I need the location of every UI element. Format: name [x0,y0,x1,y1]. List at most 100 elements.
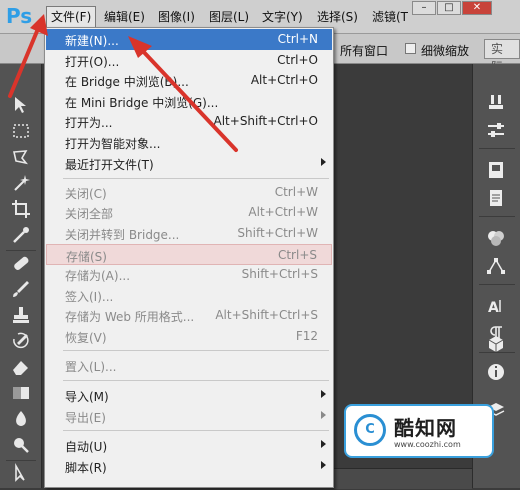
menu-file[interactable]: 文件(F) [46,6,97,28]
svg-text:A: A [488,300,499,316]
maximize-button[interactable]: □ [437,1,461,15]
menu-place[interactable]: 置入(L)... [46,355,332,376]
menu-filter[interactable]: 滤镜(T [368,6,412,28]
blur-tool-icon[interactable] [10,408,32,430]
watermark: C 酷知网 www.coozhi.com [344,404,494,458]
menu-save[interactable]: 存储(S) Ctrl+S [46,244,332,265]
panel-divider [479,216,515,217]
menu-item-label: 在 Bridge 中浏览(B)... [65,75,189,89]
history-brush-tool-icon[interactable] [10,330,32,352]
crop-tool-icon[interactable] [10,198,32,220]
menu-close-all[interactable]: 关闭全部 Alt+Ctrl+W [46,202,332,223]
menu-item-shortcut: Alt+Shift+Ctrl+O [213,114,318,128]
menu-separator [63,350,329,351]
close-button[interactable]: ✕ [462,1,492,15]
magic-wand-tool-icon[interactable] [10,172,32,194]
menu-import[interactable]: 导入(M) [46,385,332,406]
dodge-tool-icon[interactable] [10,434,32,456]
character-icon[interactable]: A [485,296,507,316]
panel-divider [479,284,515,285]
submenu-arrow-icon [321,411,326,419]
menu-edit[interactable]: 编辑(E) [100,6,149,28]
menu-item-shortcut: Shift+Ctrl+S [241,267,318,281]
menu-save-for-web[interactable]: 存储为 Web 所用格式... Alt+Shift+Ctrl+S [46,305,332,326]
minimize-button[interactable]: – [412,1,436,15]
menu-item-label: 打开(O)... [65,55,120,69]
menu-close[interactable]: 关闭(C) Ctrl+W [46,182,332,203]
menu-item-label: 关闭并转到 Bridge... [65,228,180,242]
adjustments-icon[interactable] [485,120,507,140]
paths-icon[interactable] [485,256,507,276]
menu-item-label: 新建(N)... [65,34,119,48]
tool-divider [6,460,36,461]
menu-item-label: 存储为 Web 所用格式... [65,310,195,324]
info-icon[interactable] [485,362,507,382]
menu-image[interactable]: 图像(I) [154,6,199,28]
all-windows-label[interactable]: 所有窗口 [340,42,388,59]
menu-check-in[interactable]: 签入(I)... [46,285,332,306]
menu-select[interactable]: 选择(S) [313,6,362,28]
actual-pixels-button[interactable]: 实际 [484,39,520,74]
scrubby-zoom-label: 细微缩放 [421,44,470,58]
menu-separator [63,430,329,431]
clone-stamp-tool-icon[interactable] [10,304,32,326]
pen-tool-icon[interactable] [10,462,32,484]
menu-item-shortcut: Alt+Ctrl+W [248,205,318,219]
brush-tool-icon[interactable] [10,278,32,300]
menu-item-shortcut: Ctrl+N [277,32,318,46]
menu-layer[interactable]: 图层(L) [205,6,253,28]
menu-open-recent[interactable]: 最近打开文件(T) [46,153,332,174]
menu-item-label: 打开为... [65,116,113,130]
marquee-tool-icon[interactable] [10,120,32,142]
menu-open[interactable]: 打开(O)... Ctrl+O [46,50,332,71]
menu-item-label: 关闭(C) [65,187,107,201]
menu-export[interactable]: 导出(E) [46,406,332,427]
menu-item-shortcut: Ctrl+O [277,53,318,67]
menu-item-label: 导入(M) [65,390,109,404]
brush-presets-icon[interactable] [485,92,507,112]
menu-save-as[interactable]: 存储为(A)... Shift+Ctrl+S [46,264,332,285]
submenu-arrow-icon [321,390,326,398]
menu-item-label: 打开为智能对象... [65,137,161,151]
menu-type[interactable]: 文字(Y) [258,6,307,28]
menu-close-go-bridge[interactable]: 关闭并转到 Bridge... Shift+Ctrl+W [46,223,332,244]
menu-item-label: 签入(I)... [65,290,114,304]
panel-divider [479,148,515,149]
menu-item-shortcut: Shift+Ctrl+W [237,226,318,240]
menu-open-as[interactable]: 打开为... Alt+Shift+Ctrl+O [46,111,332,132]
menu-automate[interactable]: 自动(U) [46,435,332,456]
eraser-tool-icon[interactable] [10,356,32,378]
3d-icon[interactable] [485,334,507,354]
lasso-tool-icon[interactable] [10,146,32,168]
scrubby-zoom-checkbox[interactable] [405,43,416,54]
menu-item-label: 关闭全部 [65,207,114,221]
menu-browse-mini-bridge[interactable]: 在 Mini Bridge 中浏览(G)... [46,91,332,112]
menu-browse-bridge[interactable]: 在 Bridge 中浏览(B)... Alt+Ctrl+O [46,70,332,91]
healing-brush-tool-icon[interactable] [10,252,32,274]
watermark-url: www.coozhi.com [394,440,461,449]
eyedropper-tool-icon[interactable] [10,224,32,246]
notes-icon[interactable] [485,188,507,208]
move-tool-icon[interactable] [10,94,32,116]
menu-item-label: 存储(S) [66,250,107,264]
menu-open-smart-object[interactable]: 打开为智能对象... [46,132,332,153]
file-menu-dropdown: 新建(N)... Ctrl+N 打开(O)... Ctrl+O 在 Bridge… [44,27,334,488]
navigator-icon[interactable] [485,160,507,180]
channels-icon[interactable] [485,228,507,248]
menu-item-label: 置入(L)... [65,360,117,374]
watermark-logo-icon: C [354,414,386,446]
menu-item-label: 最近打开文件(T) [65,158,154,172]
menu-item-label: 自动(U) [65,440,108,454]
menu-separator [63,380,329,381]
menu-revert[interactable]: 恢复(V) F12 [46,326,332,347]
menu-item-label: 存储为(A)... [65,269,131,283]
menu-item-shortcut: Alt+Shift+Ctrl+S [215,308,318,322]
menu-item-label: 脚本(R) [65,461,107,475]
status-bar [334,468,472,489]
gradient-tool-icon[interactable] [10,382,32,404]
photoshop-logo: Ps [6,4,33,28]
submenu-arrow-icon [321,440,326,448]
menu-new[interactable]: 新建(N)... Ctrl+N [46,29,332,50]
watermark-name: 酷知网 [394,416,457,440]
menu-scripts[interactable]: 脚本(R) [46,456,332,477]
